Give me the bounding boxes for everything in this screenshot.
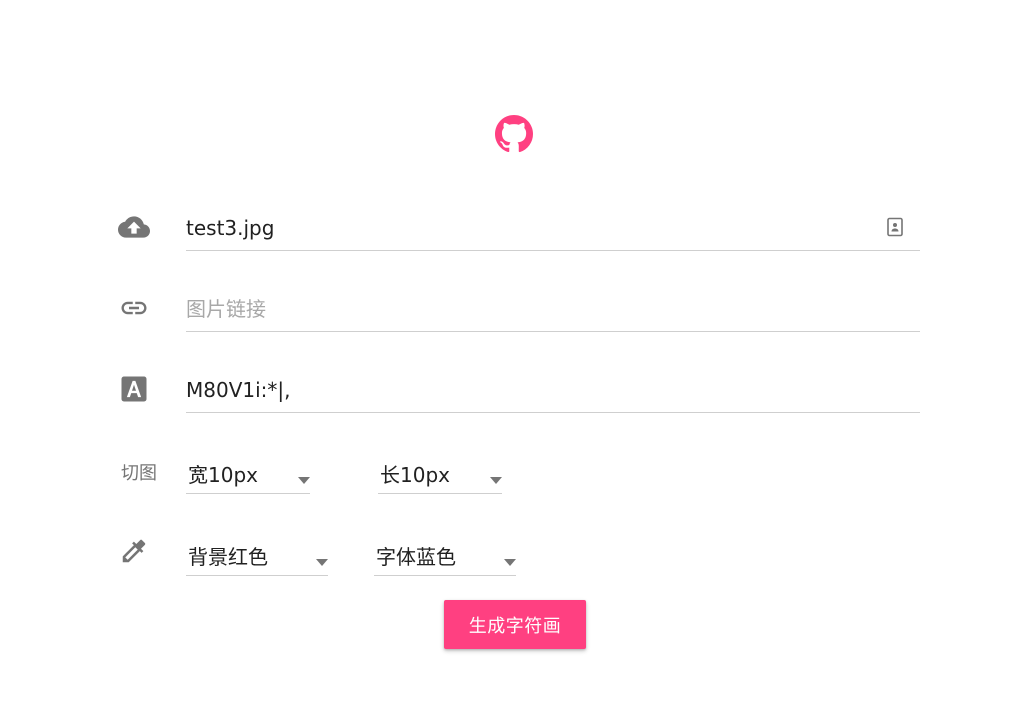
- file-field[interactable]: [186, 210, 920, 251]
- cut-label: 切图: [121, 463, 157, 484]
- height-select[interactable]: 长10px: [378, 455, 502, 494]
- chevron-down-icon: [316, 551, 328, 566]
- cloud-upload-icon: [118, 211, 150, 243]
- github-icon[interactable]: [495, 115, 533, 153]
- text-format-icon: [118, 373, 150, 405]
- chevron-down-icon: [298, 469, 310, 484]
- font-color-select[interactable]: 字体蓝色: [374, 537, 516, 576]
- image-link-input[interactable]: [186, 291, 866, 327]
- link-icon: [118, 292, 150, 324]
- chevron-down-icon: [490, 469, 502, 484]
- width-select[interactable]: 宽10px: [186, 455, 310, 494]
- generate-button[interactable]: 生成字符画: [444, 600, 586, 649]
- height-select-value: 长10px: [380, 463, 450, 487]
- width-select-value: 宽10px: [188, 463, 258, 487]
- characters-input[interactable]: [186, 372, 866, 408]
- chevron-down-icon: [504, 551, 516, 566]
- color-picker-icon: [118, 535, 150, 567]
- characters-field[interactable]: [186, 372, 920, 413]
- background-color-select[interactable]: 背景红色: [186, 537, 328, 576]
- file-browse-icon[interactable]: [886, 217, 904, 237]
- image-link-field[interactable]: [186, 291, 920, 332]
- file-name-input[interactable]: [186, 210, 866, 246]
- generate-button-label: 生成字符画: [468, 615, 562, 637]
- background-color-value: 背景红色: [188, 545, 268, 569]
- font-color-value: 字体蓝色: [376, 545, 456, 569]
